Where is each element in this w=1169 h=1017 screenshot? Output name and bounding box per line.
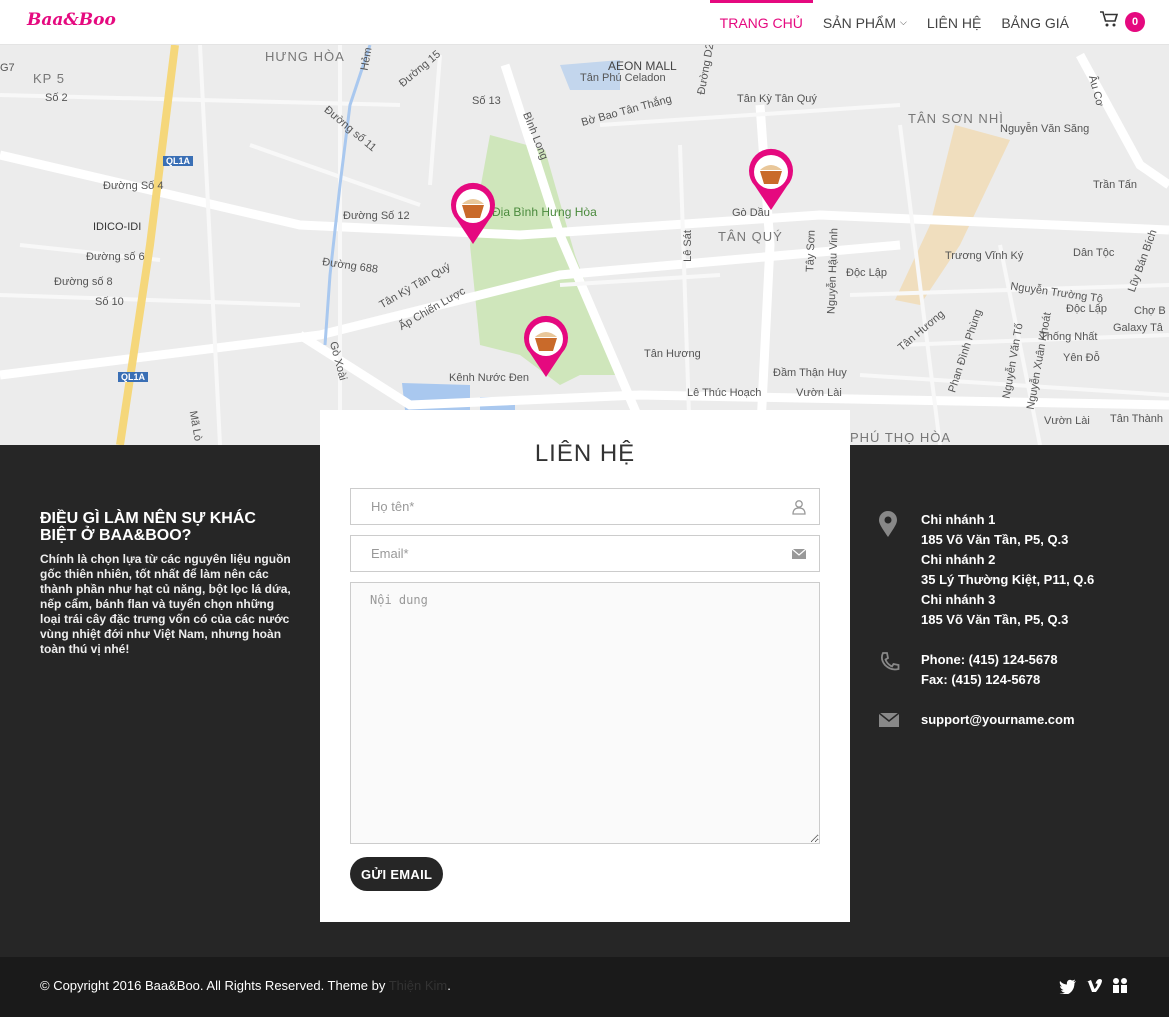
map-label: QL1A bbox=[118, 372, 149, 382]
map-label: Tân Phú Celadon bbox=[580, 72, 666, 84]
branch-address: 185 Võ Văn Tần, P5, Q.3 bbox=[921, 612, 1069, 627]
nav-item-products[interactable]: SẢN PHẨM ⌵ bbox=[813, 0, 917, 45]
envelope-icon bbox=[878, 712, 900, 731]
flickr-icon[interactable] bbox=[1111, 977, 1129, 995]
map-label: TÂN SƠN NHÌ bbox=[908, 111, 1004, 126]
nav-item-pricing[interactable]: BẢNG GIÁ bbox=[991, 0, 1079, 45]
map-label: Vườn Lài bbox=[1044, 415, 1090, 427]
main-nav: TRANG CHỦ SẢN PHẨM ⌵ LIÊN HỆ BẢNG GIÁ bbox=[709, 0, 1079, 45]
about-block: ĐIỀU GÌ LÀM NÊN SỰ KHÁC BIỆT Ở BAA&BOO? … bbox=[40, 510, 295, 657]
store-location-pin[interactable] bbox=[520, 315, 572, 379]
map-label: Số 13 bbox=[472, 95, 501, 107]
store-location-pin[interactable] bbox=[745, 148, 797, 212]
map-label: Galaxy Tâ bbox=[1113, 322, 1163, 334]
map-label: Kênh Nước Đen bbox=[449, 372, 530, 384]
map-label: Dân Tộc bbox=[1073, 247, 1115, 259]
map-label: Tây Sơn bbox=[804, 229, 818, 273]
message-textarea[interactable] bbox=[351, 583, 819, 843]
user-icon bbox=[791, 499, 807, 515]
map-label: Đường Số 12 bbox=[343, 210, 410, 222]
copyright-text: © Copyright 2016 Baa&Boo. All Rights Res… bbox=[40, 978, 451, 993]
map-label: Tân Thành bbox=[1110, 413, 1164, 425]
map-label: G7 bbox=[0, 62, 15, 74]
map-label: Trần Tấn bbox=[1093, 179, 1138, 191]
cart-button[interactable]: 0 bbox=[1099, 10, 1145, 33]
site-header: Baa&Boo TRANG CHỦ SẢN PHẨM ⌵ LIÊN HỆ BẢNG… bbox=[0, 0, 1169, 45]
site-footer: © Copyright 2016 Baa&Boo. All Rights Res… bbox=[0, 957, 1169, 1017]
nav-label: SẢN PHẨM bbox=[822, 14, 897, 31]
branch-name: Chi nhánh 2 bbox=[921, 552, 996, 567]
branch-address: 185 Võ Văn Tần, P5, Q.3 bbox=[921, 532, 1069, 547]
map-label: KP 5 bbox=[33, 71, 65, 86]
map-label: Đường số 6 bbox=[86, 251, 145, 263]
branch-name: Chi nhánh 1 bbox=[921, 512, 996, 527]
name-field[interactable] bbox=[350, 488, 820, 525]
phone-block: Phone: (415) 124-5678 Fax: (415) 124-567… bbox=[878, 650, 1148, 690]
map-label: Đầm Thận Huy bbox=[773, 367, 847, 379]
email-block: support@yourname.com bbox=[878, 710, 1148, 730]
nav-label: TRANG CHỦ bbox=[719, 14, 803, 31]
map-label: QL1A bbox=[163, 156, 194, 166]
map-label: Nguyễn Văn Săng bbox=[1000, 123, 1090, 135]
twitter-icon[interactable] bbox=[1059, 977, 1077, 995]
vimeo-icon[interactable] bbox=[1085, 977, 1103, 995]
map-label: Đường Số 4 bbox=[103, 180, 164, 192]
support-email[interactable]: support@yourname.com bbox=[921, 710, 1148, 730]
nav-item-contact[interactable]: LIÊN HỆ bbox=[917, 0, 991, 45]
branch-address: 35 Lý Thường Kiệt, P11, Q.6 bbox=[921, 572, 1095, 587]
name-input[interactable] bbox=[351, 489, 819, 524]
phone-number: Phone: (415) 124-5678 bbox=[921, 652, 1058, 667]
copyright-period: . bbox=[447, 978, 451, 993]
map-label: Lê Thúc Hoạch bbox=[687, 387, 762, 399]
map-label: Độc Lập bbox=[1066, 303, 1107, 315]
nav-item-home[interactable]: TRANG CHỦ bbox=[709, 0, 814, 45]
map-label: PHÚ THỌ HÒA bbox=[850, 430, 952, 445]
message-field[interactable] bbox=[350, 582, 820, 844]
copyright-label: © Copyright 2016 Baa&Boo. All Rights Res… bbox=[40, 978, 389, 993]
map-label: HƯNG HÒA bbox=[265, 49, 345, 64]
map-label: Yên Đỗ bbox=[1063, 352, 1100, 364]
email-field[interactable] bbox=[350, 535, 820, 572]
envelope-icon bbox=[791, 546, 807, 562]
send-email-button[interactable]: GỬI EMAIL bbox=[350, 857, 444, 891]
map-label: Đường số 8 bbox=[54, 276, 113, 288]
about-text: Chính là chọn lựa từ các nguyên liệu ngu… bbox=[40, 552, 291, 656]
map-roads bbox=[0, 45, 1169, 445]
map-label: Vườn Lài bbox=[796, 387, 842, 399]
social-links bbox=[1059, 977, 1129, 995]
map-label: Trương Vĩnh Ký bbox=[945, 250, 1024, 262]
site-logo[interactable]: Baa&Boo bbox=[27, 10, 116, 30]
map-label: Tân Hương bbox=[644, 348, 701, 360]
contact-info: Chi nhánh 1 185 Võ Văn Tần, P5, Q.3 Chi … bbox=[878, 510, 1148, 730]
branches-block: Chi nhánh 1 185 Võ Văn Tần, P5, Q.3 Chi … bbox=[878, 510, 1148, 630]
nav-label: BẢNG GIÁ bbox=[1001, 14, 1069, 31]
email-input[interactable] bbox=[351, 536, 819, 571]
map-label: Độc Lập bbox=[846, 267, 887, 279]
phone-icon bbox=[878, 650, 902, 677]
map-label: Chợ B bbox=[1134, 305, 1166, 317]
branch-name: Chi nhánh 3 bbox=[921, 592, 996, 607]
map-label: IDICO-IDI bbox=[93, 221, 142, 233]
map-label: Tân Kỳ Tân Quý bbox=[737, 93, 817, 105]
fax-number: Fax: (415) 124-5678 bbox=[921, 672, 1041, 687]
theme-author-link[interactable]: Thiện Kim bbox=[389, 978, 448, 993]
map-label: AEON MALL bbox=[608, 59, 677, 73]
cart-count-badge: 0 bbox=[1125, 11, 1145, 32]
map-label: Số 10 bbox=[95, 296, 124, 308]
map-label: TÂN QUÝ bbox=[718, 229, 783, 244]
nav-label: LIÊN HỆ bbox=[926, 14, 982, 31]
about-heading: ĐIỀU GÌ LÀM NÊN SỰ KHÁC BIỆT Ở BAA&BOO? bbox=[40, 510, 256, 544]
chevron-down-icon: ⌵ bbox=[900, 17, 907, 27]
map-label: Lê Sát bbox=[681, 230, 694, 262]
map-marker-icon bbox=[878, 510, 898, 541]
contact-form-title: LIÊN HỆ bbox=[534, 440, 636, 467]
shopping-cart-icon bbox=[1099, 10, 1119, 33]
map-label: Số 2 bbox=[45, 92, 68, 104]
store-location-pin[interactable] bbox=[447, 182, 499, 246]
store-map[interactable]: KP 5 HƯNG HÒA AEON MALL Tân Phú Celadon … bbox=[0, 45, 1169, 445]
map-label: Địa Bình Hưng Hòa bbox=[492, 205, 597, 219]
contact-form-card: LIÊN HỆ GỬI EMAIL bbox=[320, 410, 850, 922]
